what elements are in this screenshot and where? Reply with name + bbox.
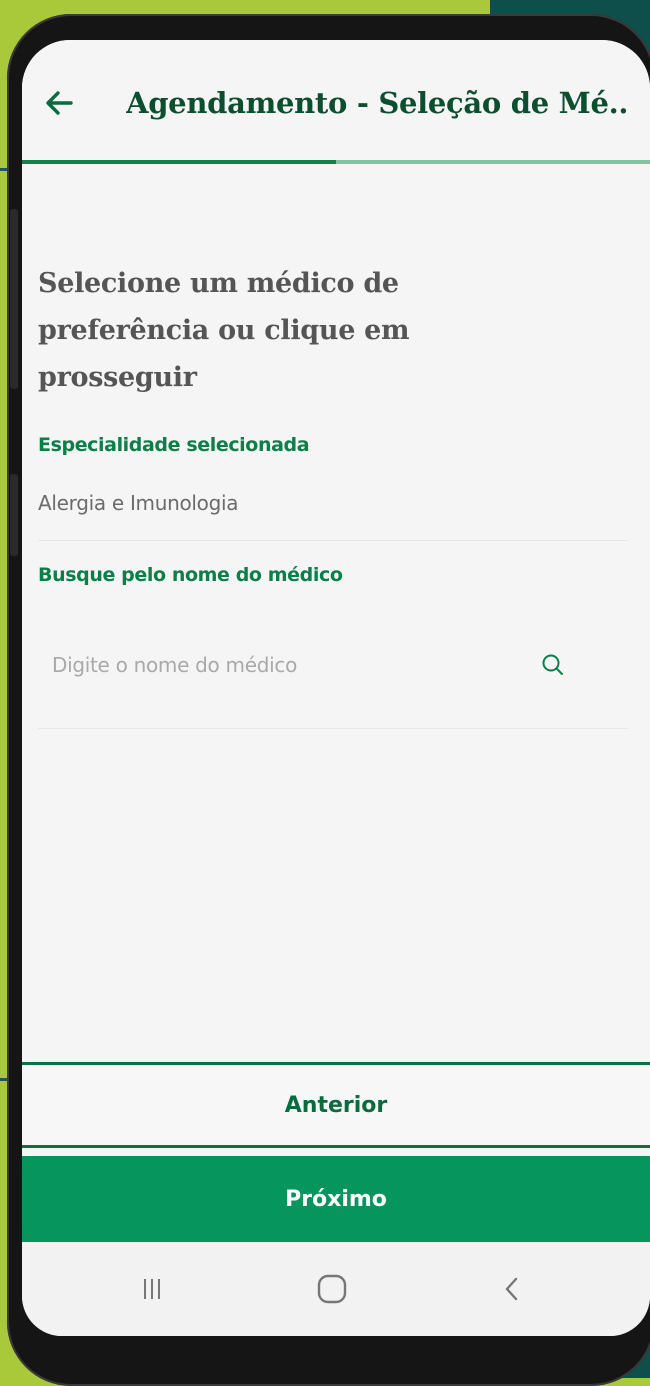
progress-bar-fill [22,160,336,164]
divider [38,728,628,729]
divider [38,540,628,541]
home-icon [317,1274,347,1304]
search-button[interactable] [534,646,572,684]
page-title: Agendamento - Seleção de Mé.. [126,86,629,120]
progress-bar [22,160,650,164]
previous-button[interactable]: Anterior [22,1062,650,1148]
instruction-heading: Selecione um médico de preferência ou cl… [38,268,410,393]
doctor-search-label: Busque pelo nome do médico [38,564,343,586]
system-nav-bar [22,1242,650,1336]
doctor-search-field [38,638,628,692]
arrow-left-icon [46,91,73,115]
specialty-value: Alergia e Imunologia [38,491,239,515]
specialty-label: Especialidade selecionada [38,434,310,456]
recent-apps-icon [144,1279,160,1299]
home-button[interactable] [302,1264,362,1314]
app-header: Agendamento - Seleção de Mé.. [22,40,650,160]
power-button [10,474,18,556]
volume-button [10,209,18,389]
doctor-search-input[interactable] [52,638,522,692]
next-button[interactable]: Próximo [22,1156,650,1242]
back-button[interactable] [36,80,82,126]
nav-back-icon [505,1277,518,1301]
nav-back-button[interactable] [482,1264,542,1314]
app-screen: Agendamento - Seleção de Mé.. Selecione … [22,40,650,1336]
search-icon [542,654,563,675]
recent-apps-button[interactable] [122,1264,182,1314]
